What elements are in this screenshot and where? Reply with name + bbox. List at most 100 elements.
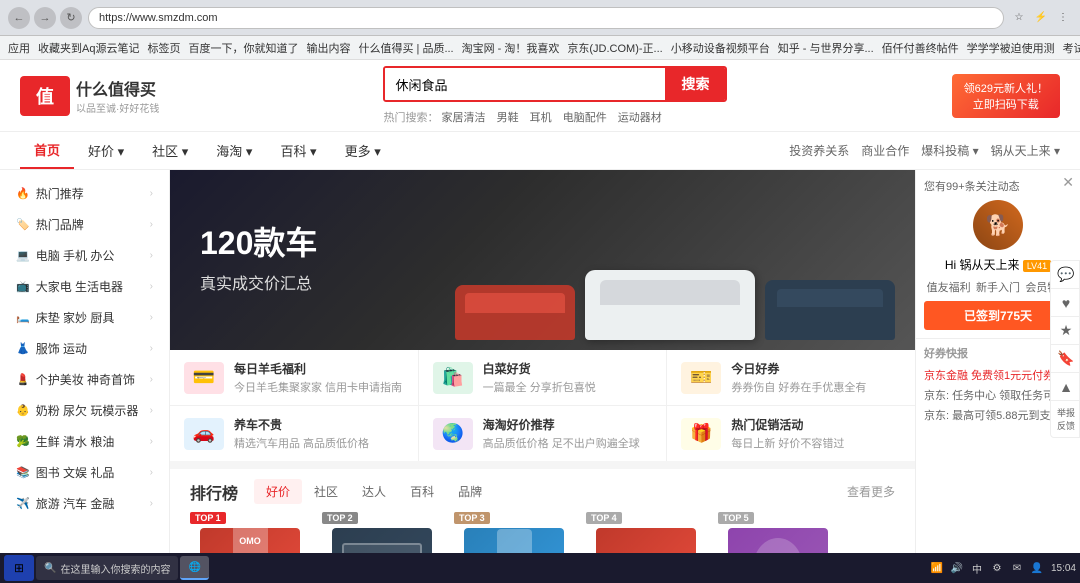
bookmark-baidu[interactable]: 百度一下，你就知道了	[188, 40, 298, 56]
hot-search-item[interactable]: 运动器材	[618, 112, 662, 124]
float-top-icon[interactable]: ▲	[1051, 373, 1080, 401]
bookmark-smzdm[interactable]: 什么值得买 | 品质...	[358, 40, 453, 56]
ranking-title: 排行榜	[190, 480, 238, 504]
sidebar-label: 电脑 手机 办公	[36, 247, 115, 264]
sidebar-item-hot-recommend[interactable]: 🔥 热门推荐 ›	[0, 178, 169, 209]
bookmark-jd[interactable]: 京东(JD.COM)-正...	[567, 40, 662, 56]
float-star-icon[interactable]: ★	[1051, 317, 1080, 345]
bookmark-cloud[interactable]: 收藏夹到Aq源云笔记	[38, 40, 139, 56]
star-icon[interactable]: ☆	[1010, 9, 1028, 27]
sidebar-item-digital[interactable]: 💻 电脑 手机 办公 ›	[0, 240, 169, 271]
sidebar-item-fresh[interactable]: 🥦 生鲜 清水 粮油 ›	[0, 426, 169, 457]
feature-wool[interactable]: 💳 每日羊毛福利 今日羊毛集聚家家 信用卡申请指南	[170, 350, 418, 405]
volume-icon[interactable]: 🔊	[949, 560, 965, 576]
taskbar-search[interactable]: 🔍 在这里输入你搜索的内容	[36, 556, 178, 580]
nav-explosive[interactable]: 爆科投稿 ▾	[921, 142, 978, 159]
bookmark-apps[interactable]: 应用	[8, 40, 30, 56]
hot-search-item[interactable]: 耳机	[530, 112, 552, 124]
ranking-tab-deals[interactable]: 好价	[254, 479, 302, 504]
arrow-icon: ›	[150, 312, 153, 323]
nav-business[interactable]: 商业合作	[861, 142, 909, 159]
taskbar-browser[interactable]: 🌐	[180, 556, 208, 580]
search-input[interactable]	[385, 68, 665, 100]
nav-bar: 首页 好价 ▾ 社区 ▾ 海淘 ▾ 百科 ▾ 更多 ▾ 投资养关系 商业合作 爆…	[0, 132, 1080, 170]
back-button[interactable]: ←	[8, 7, 30, 29]
taskbar-right: 📶 🔊 中 ⚙ ✉ 👤 15:04	[929, 560, 1076, 576]
coupon-sub: 立即扫码下载	[964, 96, 1048, 112]
sidebar-item-fashion[interactable]: 👗 服饰 运动 ›	[0, 333, 169, 364]
sidebar-item-travel[interactable]: ✈️ 旅游 汽车 金融 ›	[0, 488, 169, 519]
nav-item-more[interactable]: 更多 ▾	[331, 133, 395, 168]
hot-search-item[interactable]: 家居清洁	[442, 112, 486, 124]
ranking-tab-expert[interactable]: 达人	[350, 479, 398, 504]
sidebar-item-books[interactable]: 📚 图书 文娱 礼品 ›	[0, 457, 169, 488]
user-icon[interactable]: 👤	[1029, 560, 1045, 576]
bookmark-taobao[interactable]: 淘宝网 - 淘！我喜欢	[462, 40, 560, 56]
sidebar-item-beauty[interactable]: 💄 个护美妆 神奇首饰 ›	[0, 364, 169, 395]
ranking-tab-community[interactable]: 社区	[302, 479, 350, 504]
nav-item-home[interactable]: 首页	[20, 132, 74, 169]
hot-search-item[interactable]: 男鞋	[497, 112, 519, 124]
bookmark-tabs[interactable]: 标签页	[147, 40, 180, 56]
user-avatar[interactable]: 🐕	[973, 200, 1023, 250]
banner-area[interactable]: 120款车 真实成交价汇总	[170, 170, 915, 350]
bookmark-output[interactable]: 输出内容	[306, 40, 350, 56]
ime-icon[interactable]: 中	[969, 560, 985, 576]
nav-invest[interactable]: 投资养关系	[789, 142, 849, 159]
nav-item-deals[interactable]: 好价 ▾	[74, 133, 138, 168]
bookmark-zhihu[interactable]: 知乎 - 与世界分享...	[778, 40, 874, 56]
feature-overseas[interactable]: 🌏 海淘好价推荐 高品质低价格 足不出户购遍全球	[419, 406, 667, 461]
float-chat-icon[interactable]: 💬	[1051, 261, 1080, 289]
feature-car[interactable]: 🚗 养车不贵 精选汽车用品 高品质低价格	[170, 406, 418, 461]
panel-close-button[interactable]: ✕	[1062, 174, 1074, 191]
logo-text: 什么值得买 以品至诚·好好花钱	[76, 76, 159, 115]
search-button[interactable]: 搜索	[665, 68, 725, 100]
coupon-banner[interactable]: 领629元新人礼！ 立即扫码下载	[952, 74, 1060, 118]
start-button[interactable]: ⊞	[4, 555, 34, 581]
hot-search: 热门搜索： 家居清洁 男鞋 耳机 电脑配件 运动器材	[383, 109, 727, 125]
refresh-button[interactable]: ↻	[60, 7, 82, 29]
float-heart-icon[interactable]: ♥	[1051, 289, 1080, 317]
nav-item-community[interactable]: 社区 ▾	[138, 133, 202, 168]
user-link-newbie[interactable]: 新手入门	[976, 279, 1020, 295]
feature-promo[interactable]: 🎁 热门促销活动 每日上新 好价不容错过	[667, 406, 915, 461]
sidebar-item-furniture[interactable]: 🛏️ 床垫 家妙 厨具 ›	[0, 302, 169, 333]
bookmark-learn[interactable]: 学学学被迫使用测	[967, 40, 1055, 56]
sidebar-item-baby[interactable]: 👶 奶粉 尿欠 玩模示器 ›	[0, 395, 169, 426]
sidebar-item-appliance[interactable]: 📺 大家电 生活电器 ›	[0, 271, 169, 302]
nav-hotpot[interactable]: 锅从天上来 ▾	[991, 142, 1060, 159]
follow-count: 您有99+条关注动态	[924, 178, 1072, 194]
arrow-icon: ›	[150, 343, 153, 354]
nav-item-wiki[interactable]: 百科 ▾	[266, 133, 330, 168]
float-bookmark-icon[interactable]: 🔖	[1051, 345, 1080, 373]
sidebar-item-hot-brand[interactable]: 🏷️ 热门品牌 ›	[0, 209, 169, 240]
user-link-benefits[interactable]: 值友福利	[927, 279, 971, 295]
deals-icon: 🛍️	[433, 362, 473, 394]
menu-icon[interactable]: ⋮	[1054, 9, 1072, 27]
mail-icon[interactable]: ✉	[1009, 560, 1025, 576]
feature-title: 热门促销活动	[731, 416, 901, 433]
sidebar-label: 服饰 运动	[36, 340, 87, 357]
site-wrapper: 值 什么值得买 以品至诚·好好花钱 搜索 热门搜索： 家居清洁 男鞋 耳机 电脑…	[0, 60, 1080, 583]
sidebar-label: 奶粉 尿欠 玩模示器	[36, 402, 139, 419]
coupons-icon: 🎫	[681, 362, 721, 394]
forward-button[interactable]: →	[34, 7, 56, 29]
sidebar-label: 热门推荐	[36, 185, 84, 202]
extension-icon[interactable]: ⚡	[1032, 9, 1050, 27]
feature-deals[interactable]: 🛍️ 白菜好货 一篇最全 分享折包喜悦	[419, 350, 667, 405]
settings-icon[interactable]: ⚙	[989, 560, 1005, 576]
wool-icon: 💳	[184, 362, 224, 394]
hot-search-item[interactable]: 电脑配件	[563, 112, 607, 124]
taskbar-time: 15:04	[1051, 563, 1076, 574]
ranking-tab-brand[interactable]: 品牌	[446, 479, 494, 504]
ranking-more[interactable]: 查看更多	[847, 483, 895, 500]
coupon-text: 领629元新人礼！	[964, 80, 1048, 96]
bookmark-more1[interactable]: 佰仟付善终帖件	[882, 40, 959, 56]
url-bar[interactable]: https://www.smzdm.com	[88, 7, 1004, 29]
bookmark-exam[interactable]: 考试报名	[1063, 40, 1080, 56]
nav-item-overseas[interactable]: 海淘 ▾	[202, 133, 266, 168]
ranking-tab-wiki[interactable]: 百科	[398, 479, 446, 504]
feature-coupons[interactable]: 🎫 今日好券 券券伤自 好券在手优惠全有	[667, 350, 915, 405]
network-icon[interactable]: 📶	[929, 560, 945, 576]
bookmark-video[interactable]: 小移动设备视频平台	[671, 40, 770, 56]
